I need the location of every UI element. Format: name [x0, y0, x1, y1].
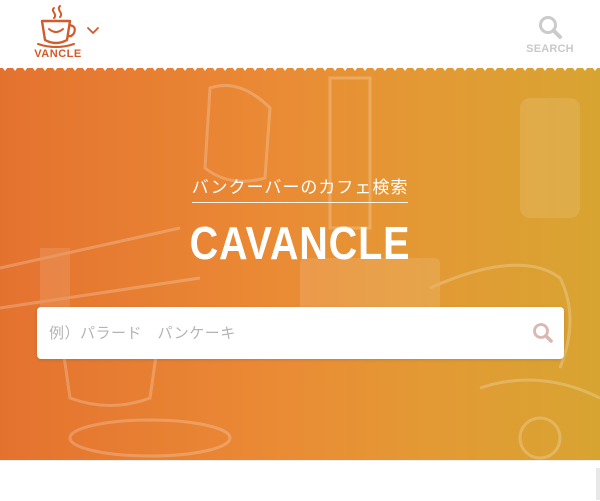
search-icon [533, 323, 553, 343]
cafe-search-box [37, 307, 564, 359]
chevron-down-icon [87, 27, 99, 34]
site-header: VANCLE SEARCH [0, 0, 600, 68]
logo-wordmark: VANCLE [34, 48, 82, 60]
search-submit-button[interactable] [530, 320, 556, 346]
header-search-button[interactable]: SEARCH [522, 14, 578, 60]
header-search-label: SEARCH [526, 43, 574, 55]
site-logo[interactable]: VANCLE [30, 4, 86, 64]
cafe-search-input[interactable] [37, 307, 507, 359]
search-icon [539, 16, 562, 39]
hero-section: バンクーバーのカフェ検索 CAVANCLE [0, 68, 600, 460]
menu-dropdown-toggle[interactable] [84, 22, 102, 40]
content-area [0, 460, 600, 501]
hero-tagline: バンクーバーのカフェ検索 [0, 173, 600, 203]
zigzag-divider [0, 64, 600, 71]
hero-title: CAVANCLE [189, 217, 411, 269]
scrollbar-track [596, 468, 600, 500]
hero-tagline-text: バンクーバーのカフェ検索 [191, 173, 409, 203]
